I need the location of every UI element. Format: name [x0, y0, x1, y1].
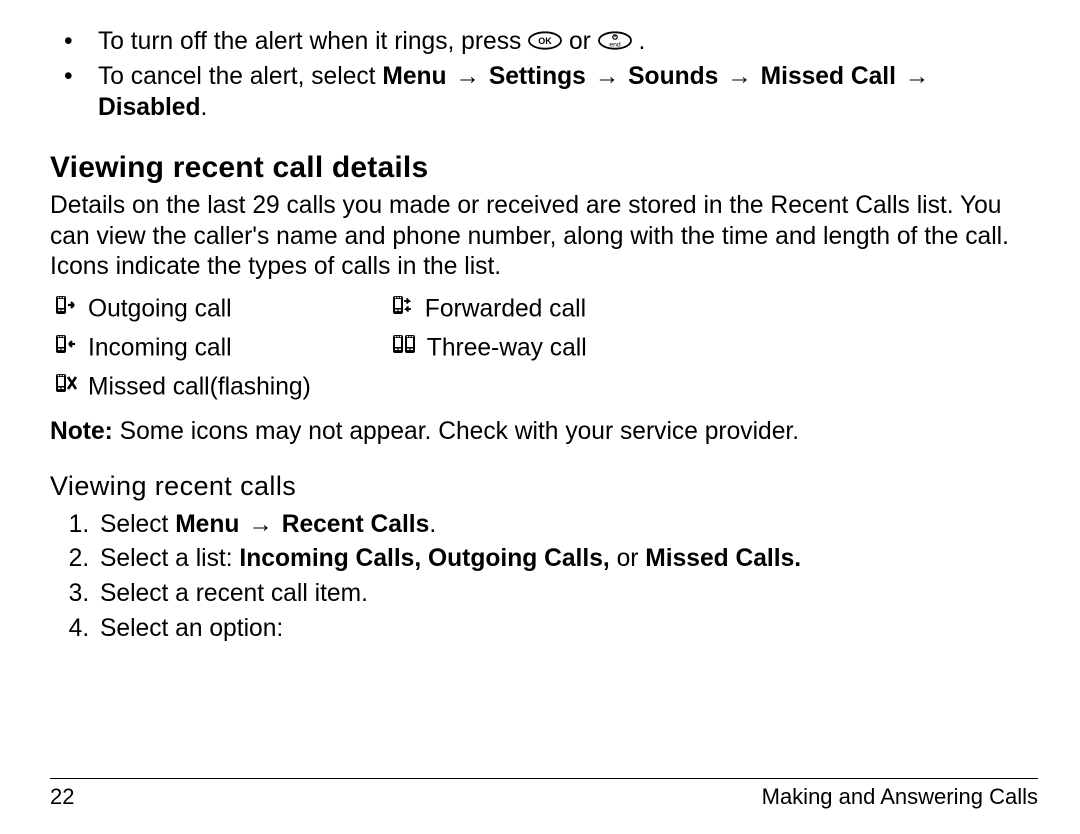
section-body: Details on the last 29 calls you made or… — [50, 191, 1038, 283]
forwarded-call-item: Forwarded call — [391, 293, 611, 330]
note: Note: Some icons may not appear. Check w… — [50, 417, 1038, 448]
three-way-call-label: Three-way call — [427, 334, 587, 361]
incoming-call-label: Incoming call — [88, 334, 232, 361]
incoming-call-item: Incoming call — [54, 332, 391, 369]
bullet-cancel-alert: To cancel the alert, select Menu → Setti… — [50, 62, 1038, 123]
note-body: Some icons may not appear. Check with yo… — [113, 418, 799, 445]
note-label: Note: — [50, 418, 113, 445]
bullet-turn-off-alert: To turn off the alert when it rings, pre… — [50, 27, 1038, 58]
call-type-icon-table: Outgoing call Forwarded call — [54, 291, 611, 409]
outgoing-call-item: Outgoing call — [54, 293, 391, 330]
step-2: Select a list: Incoming Calls, Outgoing … — [96, 544, 1038, 575]
outgoing-call-icon — [54, 293, 78, 327]
three-way-call-item: Three-way call — [391, 332, 611, 369]
page-number: 22 — [50, 783, 74, 811]
steps-list: Select Menu → Recent Calls. Select a lis… — [50, 510, 1038, 645]
ok-key-icon: OK — [528, 28, 562, 59]
intro-bullets: To turn off the alert when it rings, pre… — [50, 27, 1038, 123]
missed-call-icon — [54, 371, 78, 405]
outgoing-call-label: Outgoing call — [88, 295, 232, 322]
bullet2-prefix: To cancel the alert, select — [98, 63, 382, 90]
forwarded-call-icon — [391, 293, 415, 327]
page-content: To turn off the alert when it rings, pre… — [50, 27, 1038, 761]
step-1: Select Menu → Recent Calls. — [96, 510, 1038, 541]
svg-text:OK: OK — [538, 36, 552, 46]
missed-call-label: Missed call(flashing) — [88, 373, 311, 400]
svg-text:end: end — [609, 42, 621, 49]
three-way-call-icon — [391, 332, 417, 366]
forwarded-call-label: Forwarded call — [425, 295, 586, 322]
page-footer: 22 Making and Answering Calls — [50, 778, 1038, 811]
step-4: Select an option: — [96, 614, 1038, 645]
step-3: Select a recent call item. — [96, 579, 1038, 610]
footer-title: Making and Answering Calls — [762, 783, 1038, 811]
bullet1-mid: or — [569, 28, 598, 55]
bullet1-suffix: . — [639, 28, 646, 55]
section-heading: Viewing recent call details — [50, 149, 1038, 187]
subsection-heading: Viewing recent calls — [50, 470, 1038, 504]
bullet1-prefix: To turn off the alert when it rings, pre… — [98, 28, 528, 55]
incoming-call-icon — [54, 332, 78, 366]
missed-call-item: Missed call(flashing) — [54, 371, 391, 408]
end-key-icon: end — [598, 28, 632, 59]
